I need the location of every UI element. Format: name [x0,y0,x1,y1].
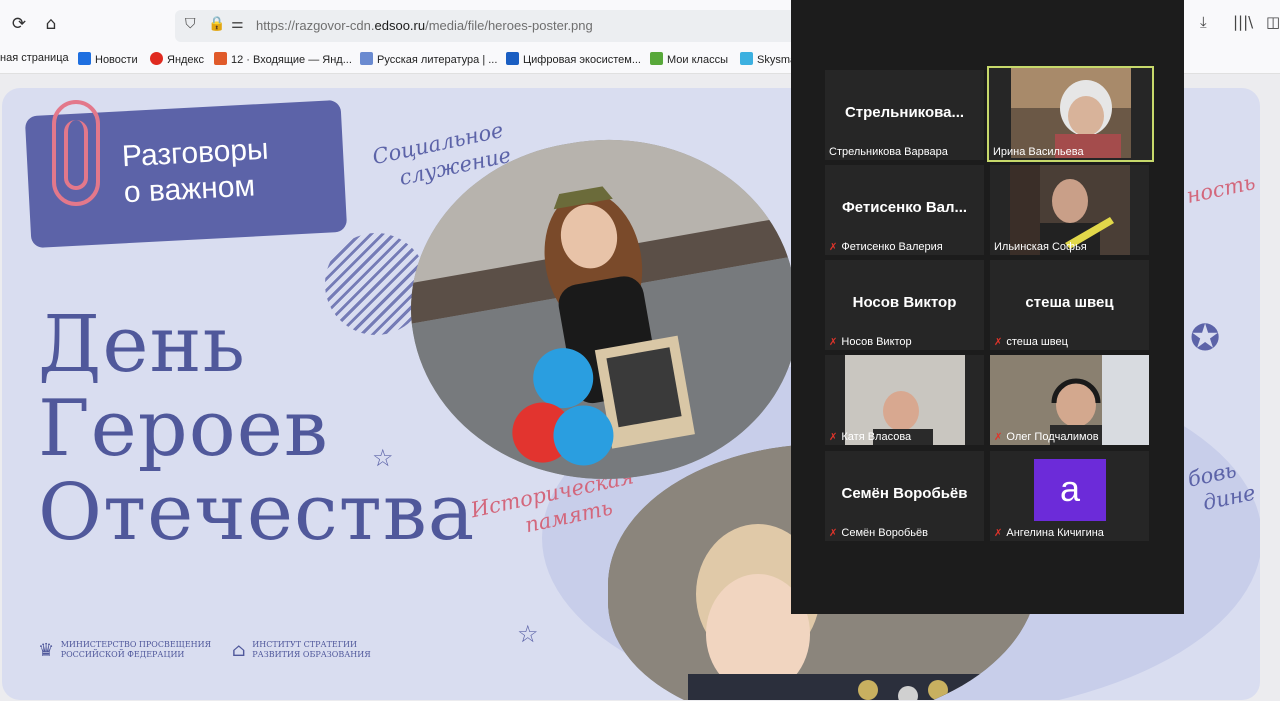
participant-avatar: а [1034,459,1106,521]
muted-mic-icon: ✗ [829,242,838,253]
participant-tile[interactable]: ✗ Катя Власова [825,355,984,445]
eagle-icon: ♛ [38,640,55,661]
participant-tile-active[interactable]: Ирина Васильева [987,66,1154,162]
institute-icon: ⌂ [232,640,246,661]
url-text[interactable]: https://razgovor-cdn.edsoo.ru/media/file… [256,18,593,33]
medal-icon: ✪ [1190,318,1221,359]
muted-mic-icon: ✗ [829,337,838,348]
ministry-logo: ♛ МИНИСТЕРСТВО ПРОСВЕЩЕНИЯ РОССИЙСКОЙ ФЕ… [38,640,212,661]
globe-icon [360,52,373,65]
mail-icon [214,52,227,65]
participant-tile[interactable]: Семён Воробьёв ✗ Семён Воробьёв [825,451,984,541]
extensions-icon[interactable]: ◫ [1266,13,1280,31]
participant-video [1011,68,1131,158]
bookmark-item[interactable]: Русская литература | ... [360,52,497,66]
download-icon[interactable]: ⤓ [1200,13,1207,31]
participant-tile[interactable]: Стрельникова... Стрельникова Варвара [825,70,984,160]
video-conference-panel[interactable]: Стрельникова... Стрельникова Варвара Ири… [791,0,1184,614]
muted-mic-icon: ✗ [829,432,838,443]
participant-tile[interactable]: стеша швец ✗ стеша швец [990,260,1149,350]
muted-mic-icon: ✗ [994,528,1003,539]
poster-title: День Героев Отечества [38,300,476,558]
participant-tile[interactable]: Ильинская Софья [990,165,1149,255]
home-icon[interactable]: ⌂ [40,13,62,35]
muted-mic-icon: ✗ [994,337,1003,348]
bookmark-item[interactable]: Новости [78,52,138,66]
lock-icon[interactable]: 🔒 [208,16,225,32]
classes-icon [650,52,663,65]
address-bar[interactable]: ⛉ 🔒 ⚌ https://razgovor-cdn.edsoo.ru/medi… [175,10,815,42]
star-icon: ☆ [372,444,394,472]
participant-tile[interactable]: Фетисенко Вал... ✗ Фетисенко Валерия [825,165,984,255]
participant-tile[interactable]: а ✗ Ангелина Кичигина [990,451,1149,541]
bookmark-item[interactable]: Skysma [740,52,796,66]
participant-tile[interactable]: ✗ Олег Подчалимов [990,355,1149,445]
logo-text: Разговоры о важном [121,132,270,210]
bookmark-item[interactable]: ная страница [0,52,69,64]
bookmark-item[interactable]: Мои классы [650,52,728,66]
ecosystem-icon [506,52,519,65]
news-icon [78,52,91,65]
bookmark-item[interactable]: Цифровая экосистем... [506,52,641,66]
institute-logo: ⌂ ИНСТИТУТ СТРАТЕГИИ РАЗВИТИЯ ОБРАЗОВАНИ… [232,640,371,661]
star-icon: ☆ [517,620,539,648]
bookmark-item[interactable]: Яндекс [150,52,204,66]
yandex-icon [150,52,163,65]
skysmart-icon [740,52,753,65]
muted-mic-icon: ✗ [994,432,1003,443]
shield-icon[interactable]: ⛉ [185,16,196,32]
script-fragment-right: ность [1184,170,1258,208]
reload-icon[interactable]: ⟳ [8,13,30,35]
bookmark-item[interactable]: 12 · Входящие — Янд... [214,52,352,66]
paperclip-inner [64,120,88,190]
muted-mic-icon: ✗ [829,528,838,539]
library-icon[interactable]: |||\ [1233,13,1253,31]
participant-tile[interactable]: Носов Виктор ✗ Носов Виктор [825,260,984,350]
permissions-icon[interactable]: ⚌ [231,16,244,32]
